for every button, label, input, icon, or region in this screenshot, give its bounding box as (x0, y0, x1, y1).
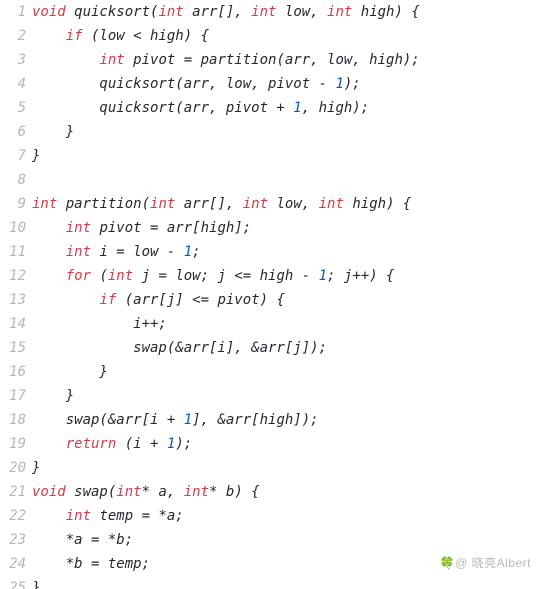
line-content: if (low < high) { (32, 24, 209, 48)
line-content: *b = temp; (32, 552, 150, 576)
code-line: 7} (0, 144, 539, 168)
line-number: 7 (0, 144, 32, 168)
line-number: 4 (0, 72, 32, 96)
line-number: 16 (0, 360, 32, 384)
code-line: 18 swap(&arr[i + 1], &arr[high]); (0, 408, 539, 432)
line-number: 9 (0, 192, 32, 216)
line-number: 1 (0, 0, 32, 24)
code-line: 3 int pivot = partition(arr, low, high); (0, 48, 539, 72)
line-number: 2 (0, 24, 32, 48)
line-content: } (32, 456, 40, 480)
line-number: 23 (0, 528, 32, 552)
line-content: swap(&arr[i], &arr[j]); (32, 336, 327, 360)
code-line: 15 swap(&arr[i], &arr[j]); (0, 336, 539, 360)
code-line: 12 for (int j = low; j <= high - 1; j++)… (0, 264, 539, 288)
code-line: 22 int temp = *a; (0, 504, 539, 528)
line-content: i++; (32, 312, 167, 336)
code-viewer: 1void quicksort(int arr[], int low, int … (0, 0, 539, 589)
code-line: 25} (0, 576, 539, 589)
line-content: int pivot = arr[high]; (32, 216, 251, 240)
line-content: void swap(int* a, int* b) { (32, 480, 260, 504)
line-content: for (int j = low; j <= high - 1; j++) { (32, 264, 394, 288)
line-number: 13 (0, 288, 32, 312)
code-line: 1void quicksort(int arr[], int low, int … (0, 0, 539, 24)
line-content: } (32, 384, 74, 408)
code-line: 8 (0, 168, 539, 192)
line-content: void quicksort(int arr[], int low, int h… (32, 0, 420, 24)
line-number: 8 (0, 168, 32, 192)
line-content: } (32, 360, 108, 384)
line-number: 22 (0, 504, 32, 528)
line-content: int i = low - 1; (32, 240, 201, 264)
line-number: 17 (0, 384, 32, 408)
code-line: 5 quicksort(arr, pivot + 1, high); (0, 96, 539, 120)
line-number: 5 (0, 96, 32, 120)
code-line: 19 return (i + 1); (0, 432, 539, 456)
line-number: 24 (0, 552, 32, 576)
watermark: 🍀@ 晓亮Albert (440, 551, 531, 575)
code-line: 6 } (0, 120, 539, 144)
line-number: 11 (0, 240, 32, 264)
code-line: 4 quicksort(arr, low, pivot - 1); (0, 72, 539, 96)
code-line: 11 int i = low - 1; (0, 240, 539, 264)
line-content: int pivot = partition(arr, low, high); (32, 48, 420, 72)
line-content: int temp = *a; (32, 504, 184, 528)
line-content: quicksort(arr, low, pivot - 1); (32, 72, 361, 96)
line-number: 18 (0, 408, 32, 432)
line-number: 21 (0, 480, 32, 504)
code-block: 1void quicksort(int arr[], int low, int … (0, 0, 539, 589)
code-line: 14 i++; (0, 312, 539, 336)
line-content: if (arr[j] <= pivot) { (32, 288, 285, 312)
line-number: 14 (0, 312, 32, 336)
code-line: 10 int pivot = arr[high]; (0, 216, 539, 240)
line-content: *a = *b; (32, 528, 133, 552)
line-content: swap(&arr[i + 1], &arr[high]); (32, 408, 319, 432)
line-number: 10 (0, 216, 32, 240)
line-number: 15 (0, 336, 32, 360)
code-line: 2 if (low < high) { (0, 24, 539, 48)
code-line: 23 *a = *b; (0, 528, 539, 552)
code-line: 21void swap(int* a, int* b) { (0, 480, 539, 504)
code-line: 17 } (0, 384, 539, 408)
line-number: 25 (0, 576, 32, 589)
code-line: 20} (0, 456, 539, 480)
line-content: int partition(int arr[], int low, int hi… (32, 192, 411, 216)
code-line: 16 } (0, 360, 539, 384)
line-content: } (32, 576, 40, 589)
line-number: 12 (0, 264, 32, 288)
line-number: 6 (0, 120, 32, 144)
code-line: 13 if (arr[j] <= pivot) { (0, 288, 539, 312)
line-number: 20 (0, 456, 32, 480)
line-content: return (i + 1); (32, 432, 192, 456)
code-line: 9int partition(int arr[], int low, int h… (0, 192, 539, 216)
line-content: quicksort(arr, pivot + 1, high); (32, 96, 369, 120)
line-number: 3 (0, 48, 32, 72)
line-content: } (32, 120, 74, 144)
line-content: } (32, 144, 40, 168)
line-number: 19 (0, 432, 32, 456)
